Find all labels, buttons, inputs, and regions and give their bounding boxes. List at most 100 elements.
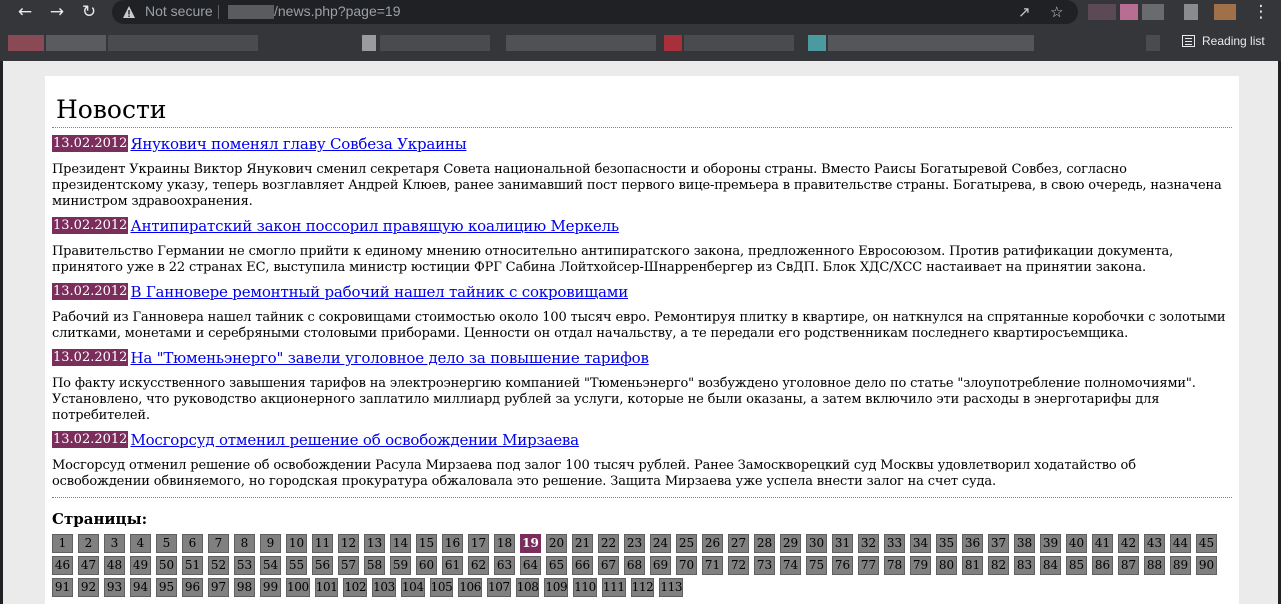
url-path[interactable]: /news.php?page=19 [274,3,401,19]
page-link[interactable]: 40 [1066,534,1087,553]
page-link[interactable]: 88 [1144,556,1165,575]
bookmark-item[interactable] [828,35,1034,51]
page-link[interactable]: 8 [234,534,255,553]
bookmark-item[interactable] [8,35,44,51]
page-link[interactable]: 95 [156,578,177,597]
page-link[interactable]: 68 [624,556,645,575]
page-link[interactable]: 22 [598,534,619,553]
page-link[interactable]: 34 [910,534,931,553]
page-link[interactable]: 54 [260,556,281,575]
page-link[interactable]: 77 [858,556,879,575]
page-link[interactable]: 20 [546,534,567,553]
page-link[interactable]: 105 [429,578,454,597]
page-link[interactable]: 39 [1040,534,1061,553]
page-link[interactable]: 2 [78,534,99,553]
page-link[interactable]: 4 [130,534,151,553]
page-link[interactable]: 26 [702,534,723,553]
page-link[interactable]: 100 [286,578,310,597]
news-title-link[interactable]: Янукович поменял главу Совбеза Украины [130,135,466,153]
bookmark-item[interactable] [664,35,682,51]
address-bar[interactable]: Not secure /news.php?page=19 ↗ ☆ [112,0,1078,24]
page-link[interactable]: 94 [130,578,151,597]
page-link[interactable]: 71 [702,556,723,575]
page-link[interactable]: 112 [630,578,655,597]
extension-icon[interactable] [1142,4,1164,20]
page-link[interactable]: 30 [806,534,827,553]
page-link[interactable]: 87 [1118,556,1139,575]
page-link[interactable]: 99 [260,578,281,597]
page-link[interactable]: 80 [936,556,957,575]
page-link[interactable]: 48 [104,556,125,575]
bookmark-item[interactable] [46,35,106,51]
reload-icon[interactable]: ↻ [78,2,100,22]
page-link[interactable]: 56 [312,556,333,575]
share-icon[interactable]: ↗ [1018,3,1031,21]
page-link[interactable]: 47 [78,556,99,575]
bookmark-item[interactable] [380,35,490,51]
page-link[interactable]: 58 [364,556,385,575]
page-link[interactable]: 10 [286,534,307,553]
page-link[interactable]: 9 [260,534,281,553]
page-link[interactable]: 35 [936,534,957,553]
profile-avatar[interactable] [1214,4,1236,20]
bookmark-item[interactable] [506,35,656,51]
page-link[interactable]: 92 [78,578,99,597]
page-link[interactable]: 31 [832,534,853,553]
page-link[interactable]: 37 [988,534,1009,553]
page-link[interactable]: 3 [104,534,125,553]
page-link[interactable]: 46 [52,556,73,575]
news-title-link[interactable]: В Ганновере ремонтный рабочий нашел тайн… [130,283,628,301]
page-link[interactable]: 33 [884,534,905,553]
page-link[interactable]: 43 [1144,534,1165,553]
page-link[interactable]: 82 [988,556,1009,575]
warning-triangle-icon[interactable] [122,5,136,19]
page-link[interactable]: 32 [858,534,879,553]
page-link[interactable]: 66 [572,556,593,575]
page-link[interactable]: 1 [52,534,73,553]
page-link[interactable]: 79 [910,556,931,575]
page-link[interactable]: 72 [728,556,749,575]
back-arrow-icon[interactable]: ← [14,2,36,22]
page-link[interactable]: 96 [182,578,203,597]
bookmark-star-icon[interactable]: ☆ [1050,3,1063,21]
news-title-link[interactable]: Антипиратский закон поссорил правящую ко… [130,217,619,235]
page-link[interactable]: 29 [780,534,801,553]
page-link[interactable]: 18 [494,534,515,553]
page-link[interactable]: 108 [515,578,540,597]
bookmark-item[interactable] [362,35,376,51]
page-link[interactable]: 57 [338,556,359,575]
page-link[interactable]: 7 [208,534,229,553]
page-link[interactable]: 83 [1014,556,1035,575]
page-link[interactable]: 90 [1196,556,1217,575]
page-link[interactable]: 53 [234,556,255,575]
page-link[interactable]: 106 [458,578,483,597]
news-title-link[interactable]: Мосгорсуд отменил решение об освобождени… [130,431,579,449]
page-link[interactable]: 45 [1196,534,1217,553]
page-link[interactable]: 84 [1040,556,1061,575]
page-link[interactable]: 38 [1014,534,1035,553]
page-link[interactable]: 59 [390,556,411,575]
page-link[interactable]: 110 [573,578,597,597]
page-link[interactable]: 103 [372,578,396,597]
page-link[interactable]: 28 [754,534,775,553]
page-link[interactable]: 74 [780,556,801,575]
extension-icon[interactable] [1184,4,1198,20]
page-link[interactable]: 44 [1170,534,1191,553]
page-link[interactable]: 102 [343,578,368,597]
page-link[interactable]: 6 [182,534,203,553]
bookmark-item[interactable] [1146,35,1160,51]
page-link[interactable]: 97 [208,578,229,597]
page-link[interactable]: 52 [208,556,229,575]
page-link[interactable]: 13 [364,534,385,553]
page-link[interactable]: 41 [1092,534,1113,553]
news-title-link[interactable]: На "Тюменьэнерго" завели уголовное дело … [130,349,648,367]
page-link[interactable]: 86 [1092,556,1113,575]
page-link[interactable]: 85 [1066,556,1087,575]
page-link[interactable]: 113 [659,578,684,597]
page-link[interactable]: 89 [1170,556,1191,575]
extension-icon[interactable] [1088,4,1116,20]
security-label[interactable]: Not secure [145,3,213,19]
bookmark-item[interactable] [808,35,826,51]
page-link[interactable]: 111 [601,578,626,597]
page-link[interactable]: 17 [468,534,489,553]
